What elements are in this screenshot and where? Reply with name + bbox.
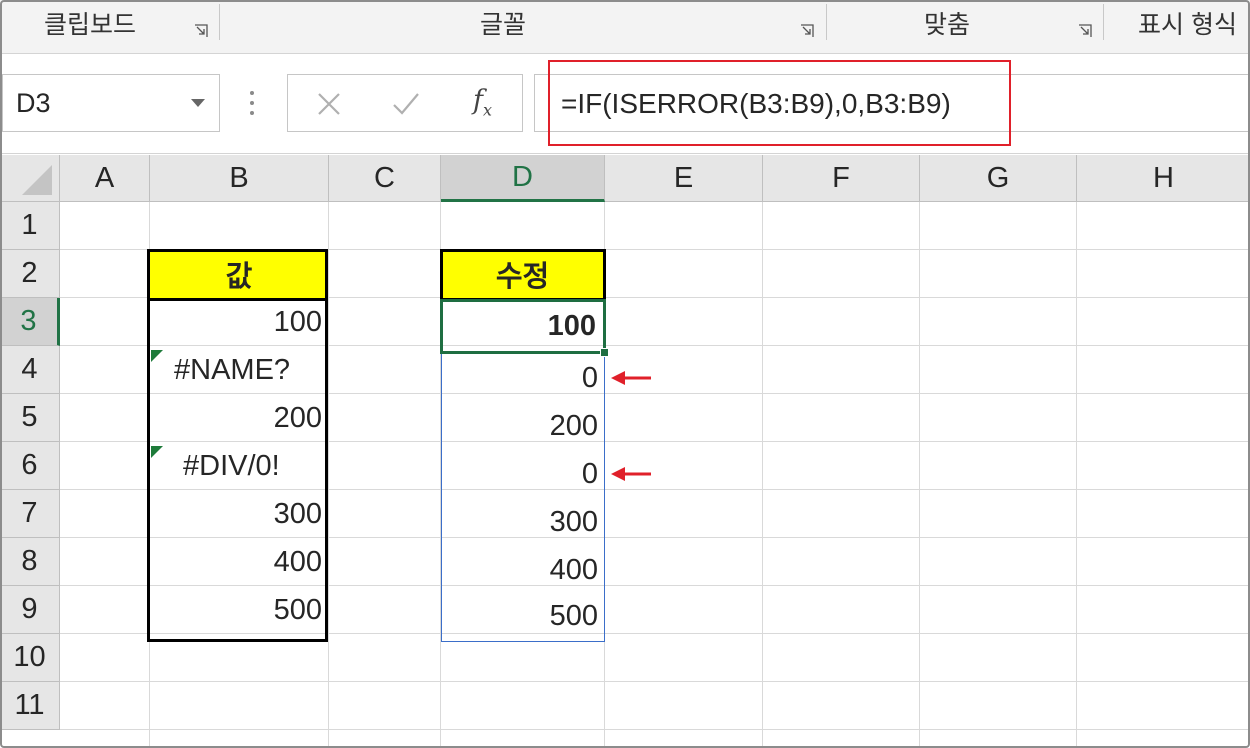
row-header-11[interactable]: 11 <box>0 682 60 730</box>
row-header-10[interactable]: 10 <box>0 634 60 682</box>
column-header-c[interactable]: C <box>329 155 441 202</box>
column-header-f[interactable]: F <box>763 155 920 202</box>
row-header-1[interactable]: 1 <box>0 202 60 250</box>
row-header-9[interactable]: 9 <box>0 586 60 634</box>
gridline <box>1076 202 1077 748</box>
chevron-down-icon[interactable] <box>191 99 205 107</box>
gridline <box>60 729 1250 730</box>
row-header-4[interactable]: 4 <box>0 346 60 394</box>
cell-d8[interactable]: 400 <box>441 546 604 594</box>
error-indicator-icon[interactable] <box>151 350 163 362</box>
fx-letter: f <box>473 85 483 116</box>
cell-d7[interactable]: 300 <box>441 498 604 546</box>
name-box-value: D3 <box>16 88 51 118</box>
clipboard-dialog-launcher-icon[interactable] <box>194 24 208 38</box>
column-header-g[interactable]: G <box>920 155 1077 202</box>
cell-d6[interactable]: 0 <box>441 450 604 498</box>
cell-b9[interactable]: 500 <box>150 586 328 634</box>
row-header-8[interactable]: 8 <box>0 538 60 586</box>
cell-d4[interactable]: 0 <box>441 354 604 402</box>
gridline <box>328 202 329 748</box>
gridline <box>60 681 1250 682</box>
row-header-5[interactable]: 5 <box>0 394 60 442</box>
ribbon-group-font: 글꼴 <box>479 11 526 39</box>
ribbon-group-clipboard: 클립보드 <box>43 11 136 39</box>
fill-handle[interactable] <box>600 348 609 357</box>
gridline <box>604 202 605 748</box>
cell-b2[interactable]: 값 <box>150 250 328 298</box>
formula-buttons: fx <box>287 74 523 132</box>
name-box[interactable]: D3 <box>2 74 220 132</box>
column-header-e[interactable]: E <box>605 155 763 202</box>
cell-b8[interactable]: 400 <box>150 538 328 586</box>
cell-b3[interactable]: 100 <box>150 298 328 346</box>
row-header-2[interactable]: 2 <box>0 250 60 298</box>
column-header-b[interactable]: B <box>150 155 329 202</box>
insert-function-icon[interactable]: fx <box>473 85 492 119</box>
fx-subscript: x <box>483 100 493 120</box>
cell-d3[interactable]: 100 <box>441 302 604 350</box>
cell-grid[interactable]: 값 100 #NAME? 200 #DIV/0! 300 400 500 수정 … <box>60 202 1250 748</box>
cell-b6[interactable]: #DIV/0! <box>150 442 328 490</box>
column-header-h[interactable]: H <box>1077 155 1250 202</box>
row-header-7[interactable]: 7 <box>0 490 60 538</box>
cell-d9[interactable]: 500 <box>441 592 604 640</box>
arrow-left-icon <box>611 371 651 385</box>
font-dialog-launcher-icon[interactable] <box>800 24 814 38</box>
ribbon-group-alignment: 맞춤 <box>923 11 970 39</box>
gridline <box>762 202 763 748</box>
formula-highlight-box <box>548 60 1011 146</box>
arrow-left-icon <box>611 467 651 481</box>
vertical-dots-icon[interactable] <box>248 88 256 118</box>
ribbon: 클립보드 글꼴 맞춤 표시 형식 <box>0 0 1250 54</box>
header-bottom-border <box>147 298 328 301</box>
select-all-button[interactable] <box>0 155 60 202</box>
ribbon-group-number-format: 표시 형식 <box>1138 11 1237 39</box>
cell-d2[interactable]: 수정 <box>441 250 604 298</box>
row-header-6[interactable]: 6 <box>0 442 60 490</box>
checkmark-icon[interactable] <box>391 90 421 118</box>
select-all-triangle-icon <box>22 165 52 195</box>
cell-d5[interactable]: 200 <box>441 402 604 450</box>
cell-b4[interactable]: #NAME? <box>150 346 328 394</box>
alignment-dialog-launcher-icon[interactable] <box>1078 24 1092 38</box>
column-header-a[interactable]: A <box>60 155 150 202</box>
row-header-3[interactable]: 3 <box>0 298 60 346</box>
cell-b5[interactable]: 200 <box>150 394 328 442</box>
gridline <box>919 202 920 748</box>
error-indicator-icon[interactable] <box>151 446 163 458</box>
cancel-icon[interactable] <box>315 90 343 118</box>
cell-b7[interactable]: 300 <box>150 490 328 538</box>
column-header-d[interactable]: D <box>441 155 605 202</box>
